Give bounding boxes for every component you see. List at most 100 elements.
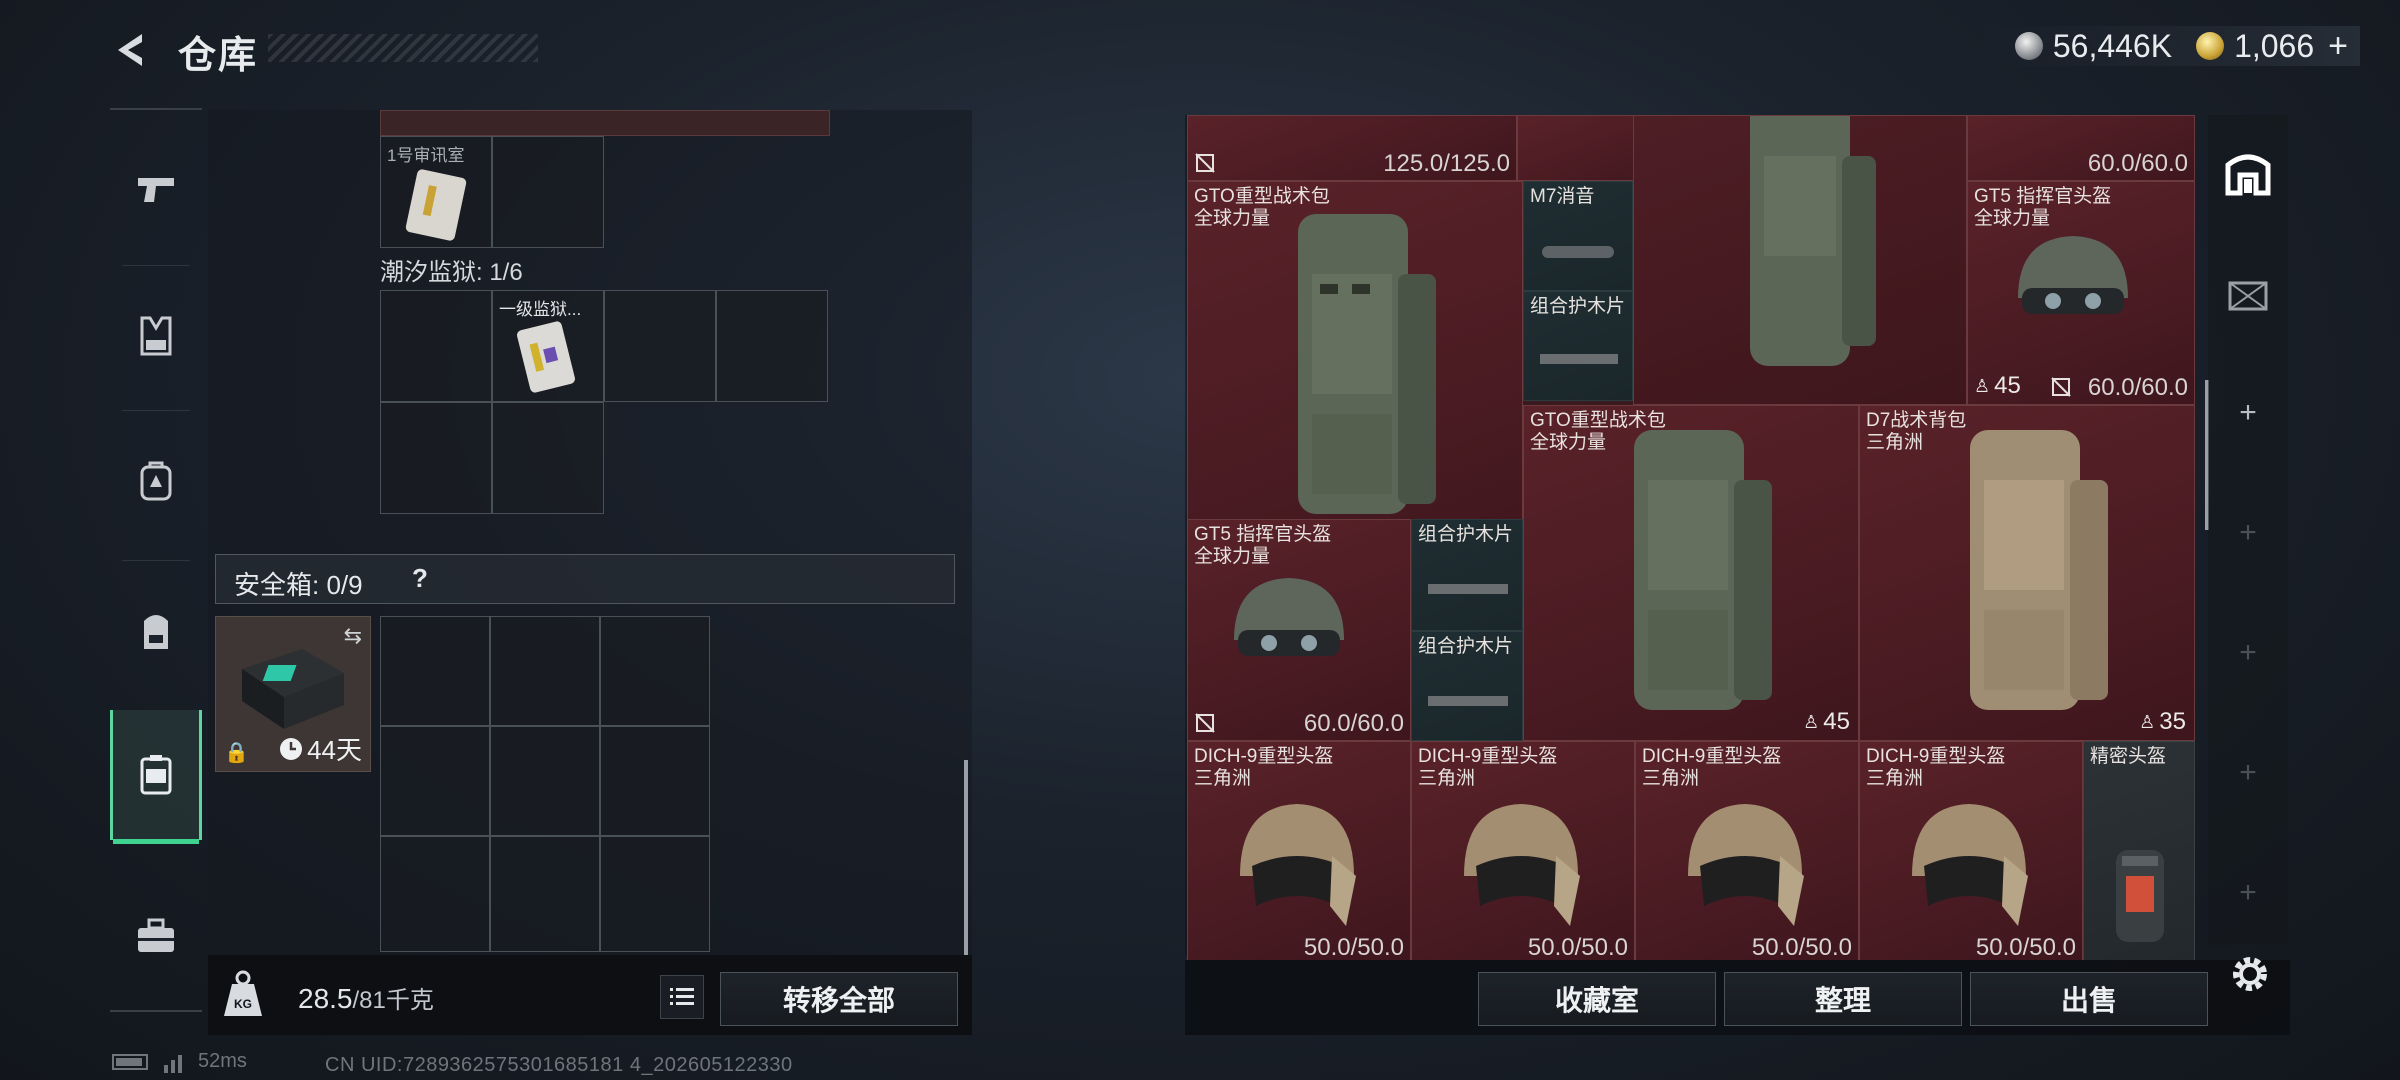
collection-room-button[interactable]: 收藏室 [1478, 972, 1716, 1026]
plus-icon: + [2239, 516, 2257, 549]
partial-item[interactable]: 125.0/125.0 [1187, 115, 1517, 181]
key-slot[interactable]: 1号审讯室 [380, 136, 492, 248]
transfer-all-button[interactable]: 转移全部 [720, 972, 958, 1026]
backpack-icon [140, 461, 172, 501]
svg-text:KG: KG [234, 997, 252, 1011]
add-tab-button[interactable]: + [2208, 493, 2288, 573]
grid-cell[interactable] [380, 402, 492, 514]
item-d7-backpack[interactable]: D7战术背包 三角洲 ♙ 35 [1859, 405, 2195, 741]
uid-text: CN UID:7289362575301685181 4_20260512233… [325, 1054, 793, 1076]
list-view-button[interactable] [660, 975, 704, 1019]
grid-cell[interactable] [490, 836, 600, 952]
prison-item-slot[interactable]: 一级监狱... [492, 290, 604, 402]
grid-cell[interactable] [600, 616, 710, 726]
weight-value: 28.5 [298, 983, 353, 1014]
grid-cell[interactable] [490, 726, 600, 836]
item-gt5-helmet[interactable]: GT5 指挥官头盔 全球力量 ♙ 45 60.0/60.0 [1967, 181, 2195, 405]
grid-cell[interactable] [490, 616, 600, 726]
rail-toolbox[interactable] [110, 890, 202, 982]
gold-coin-icon [2196, 32, 2225, 60]
rig-icon [144, 615, 168, 649]
plus-icon: + [2239, 636, 2257, 669]
back-arrow-icon[interactable] [108, 28, 152, 72]
grid-cell[interactable] [380, 290, 492, 402]
item-slot[interactable] [1633, 115, 1967, 405]
partial-row [380, 110, 830, 136]
silencer-image [1542, 246, 1614, 258]
rail-safe-box[interactable] [110, 710, 202, 844]
silver-amount: 56,446K [2052, 27, 2173, 64]
item-dich9-helmet[interactable]: DICH-9重型头盔 三角洲 50.0/50.0 [1859, 741, 2083, 960]
helmet-image [1688, 804, 1804, 926]
sell-button[interactable]: 出售 [1970, 972, 2208, 1026]
pistol-icon [138, 178, 174, 202]
safe-help-button[interactable]: ? [412, 563, 428, 594]
warehouse-grid: 125.0/125.0 60.0/60.0 GTO重型战术包全球力量 ♙45 M… [1187, 115, 2195, 960]
backpack-image [1634, 430, 1772, 710]
lock-icon: 🔒 [224, 742, 249, 764]
item-m7-silencer[interactable]: M7消音 [1523, 181, 1633, 291]
plus-icon: + [2239, 396, 2257, 429]
handguard-image [1428, 584, 1508, 594]
safe-box-item[interactable]: ⇆ 🔒 44天 [215, 616, 371, 772]
settings-gear-icon[interactable] [2228, 952, 2272, 996]
item-precision-helmet[interactable]: 精密头盔 [2083, 741, 2195, 960]
item-dich9-helmet[interactable]: DICH-9重型头盔 三角洲 50.0/50.0 [1187, 741, 1411, 960]
plus-icon: + [2239, 756, 2257, 789]
helmet-image [1240, 804, 1356, 926]
grid-cell[interactable] [380, 616, 490, 726]
tab-warehouse[interactable] [2208, 133, 2288, 213]
item-gto-backpack[interactable]: GTO重型战术包全球力量 ♙45 [1523, 405, 1859, 741]
add-tab-button[interactable]: + [2208, 373, 2288, 453]
grid-cell[interactable] [492, 402, 604, 514]
item-durability: 50.0/50.0 [1751, 934, 1852, 960]
left-scrollbar[interactable] [964, 760, 968, 955]
item-name: DICH-9重型头盔 三角洲 [1194, 746, 1334, 789]
item-handguard[interactable]: 组合护木片 [1411, 631, 1523, 741]
swap-icon[interactable]: ⇆ [344, 623, 362, 649]
item-handguard[interactable]: 组合护木片 [1523, 291, 1633, 401]
safe-case-image [242, 649, 344, 729]
grid-cell[interactable] [600, 836, 710, 952]
rail-backpack[interactable] [110, 435, 202, 527]
grid-cell[interactable] [604, 290, 716, 402]
item-dich9-helmet[interactable]: DICH-9重型头盔 三角洲 50.0/50.0 [1411, 741, 1635, 960]
add-tab-button[interactable]: + [2208, 613, 2288, 693]
backpack-image [1750, 116, 1876, 366]
item-count: 45 [1823, 708, 1850, 735]
vest-icon [140, 316, 172, 356]
rail-armor[interactable] [110, 290, 202, 382]
rail-weapons[interactable] [110, 142, 202, 234]
item-handguard[interactable]: 组合护木片 [1411, 519, 1523, 631]
item-count: 35 [2159, 708, 2186, 735]
title-decoration [268, 34, 538, 62]
grid-cell[interactable] [600, 726, 710, 836]
rail-chest-rig[interactable] [110, 585, 202, 677]
category-rail [110, 108, 202, 1012]
grid-cell[interactable] [716, 290, 828, 402]
slot-label: 一级监狱... [499, 300, 582, 319]
backpack-image [1970, 430, 2108, 710]
weight-icon: KG [224, 970, 262, 1016]
weight-max: /81千克 [352, 987, 434, 1014]
partial-item[interactable]: 60.0/60.0 [1967, 115, 2195, 181]
currency-bar: 56,446K 1,066 + [1984, 26, 2360, 66]
helmet-image [1234, 578, 1344, 656]
add-tab-button[interactable]: + [2208, 853, 2288, 933]
clock-icon [280, 737, 303, 760]
tab-storage-2[interactable] [2208, 255, 2288, 335]
item-dich9-helmet[interactable]: DICH-9重型头盔 三角洲 50.0/50.0 [1635, 741, 1859, 960]
item-durability: 60.0/60.0 [1303, 710, 1404, 737]
item-name: M7消音 [1530, 186, 1595, 207]
item-durability: 50.0/50.0 [1303, 934, 1404, 960]
grid-cell[interactable] [492, 136, 604, 248]
item-durability: 50.0/50.0 [1975, 934, 2076, 960]
add-tab-button[interactable]: + [2208, 733, 2288, 813]
grid-cell[interactable] [380, 836, 490, 952]
add-currency-button[interactable]: + [2328, 27, 2348, 66]
item-gt5-helmet[interactable]: GT5 指挥官头盔 全球力量 60.0/60.0 [1187, 519, 1411, 741]
warehouse-icon [2225, 154, 2271, 196]
signal-icon [164, 1054, 182, 1073]
grid-cell[interactable] [380, 726, 490, 836]
sort-button[interactable]: 整理 [1724, 972, 1962, 1026]
